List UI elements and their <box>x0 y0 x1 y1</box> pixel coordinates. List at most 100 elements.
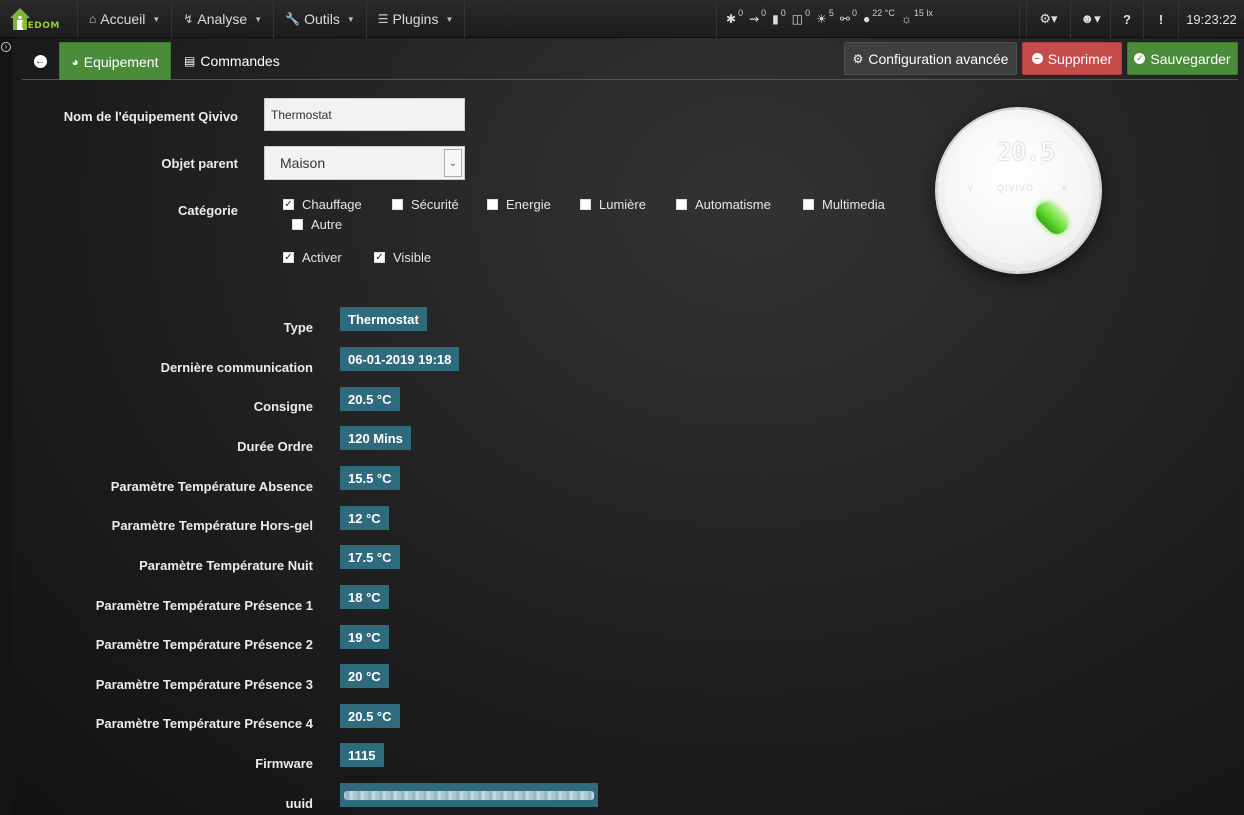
left-panel-strip <box>0 38 12 815</box>
info-type-label: Type <box>283 320 313 335</box>
equipment-name-input[interactable] <box>264 98 465 131</box>
info-temp-hors-gel-label: Paramètre Température Hors-gel <box>111 518 313 533</box>
category-autre-label: Autre <box>311 217 343 232</box>
help-button[interactable]: ? <box>1110 0 1143 38</box>
cogs-icon: ⚙ <box>852 51 864 66</box>
visible-label: Visible <box>393 250 432 265</box>
info-temp-nuit-value: 17.5 °C <box>340 545 400 569</box>
home-icon: ⌂ <box>89 12 97 26</box>
check-circle-icon: ✓ <box>1134 53 1146 64</box>
plug-icon: ⚯ <box>839 12 850 26</box>
thermometer-icon: ● <box>863 12 871 26</box>
advanced-config-button[interactable]: ⚙ Configuration avancée <box>844 42 1017 75</box>
nav-plugins[interactable]: ☰ Plugins ▼ <box>367 0 466 38</box>
nav-outils[interactable]: 🔧 Outils ▼ <box>274 0 367 38</box>
wrench-icon: 🔧 <box>285 12 301 26</box>
thermostat-brand: QIVIVO <box>997 183 1035 193</box>
info-last-communication-value: 06-01-2019 19:18 <box>340 347 460 371</box>
category-chauffage-checkbox[interactable]: ✓ Chauffage <box>283 197 362 212</box>
category-automatisme-label: Automatisme <box>695 197 771 212</box>
checkbox-icon <box>803 199 814 210</box>
nav-outils-label: Outils <box>304 11 340 27</box>
minus-circle-icon: – <box>1031 53 1043 64</box>
nav-analyse[interactable]: ↯ Analyse ▼ <box>172 0 275 38</box>
navbar-right: ⚙▾ ☻▾ ? ! 19:23:22 <box>1026 0 1244 38</box>
tab-equipement-label: Equipement <box>83 53 159 70</box>
checkbox-checked-icon: ✓ <box>283 199 294 210</box>
checkbox-icon <box>580 199 591 210</box>
light-icon: ✱ <box>726 12 737 26</box>
panel-toggle-icon[interactable]: › <box>1 42 11 52</box>
info-last-communication-label: Dernière communication <box>160 360 313 375</box>
tab-commandes[interactable]: ▤ Commandes <box>180 42 284 80</box>
info-consigne-label: Consigne <box>253 399 313 414</box>
chevron-down-icon: ⌄ <box>444 149 462 177</box>
info-firmware-value: 1115 <box>340 743 384 767</box>
caret-down-icon: ▼ <box>445 14 454 24</box>
caret-down-icon: ▼ <box>346 14 355 24</box>
bulb-icon: ☀ <box>816 12 827 26</box>
nav-plugins-label: Plugins <box>392 11 439 27</box>
global-summary[interactable]: ✱ 0 ⇝ 0 ▮ 0 ◫ 0 ☀ 5 ⚯ 0 ● 22 °C ☼ 15 lx <box>716 0 1020 38</box>
question-icon: ? <box>1123 11 1131 27</box>
checkbox-checked-icon: ✓ <box>374 252 385 263</box>
exclamation-icon: ! <box>1158 11 1164 27</box>
checkbox-icon <box>487 199 498 210</box>
delete-label: Supprimer <box>1047 50 1113 67</box>
checkbox-checked-icon: ✓ <box>283 252 294 263</box>
category-energie-checkbox[interactable]: Energie <box>487 197 551 212</box>
activer-checkbox[interactable]: ✓ Activer <box>283 250 342 265</box>
summary-bulb[interactable]: ☀ 5 <box>816 8 834 26</box>
summary-window[interactable]: ◫ 0 <box>791 8 810 26</box>
user-icon: ☻▾ <box>1080 11 1101 26</box>
category-multimedia-checkbox[interactable]: Multimedia <box>803 197 885 212</box>
summary-window-value: 0 <box>805 8 811 18</box>
settings-menu-button[interactable]: ⚙▾ <box>1026 0 1070 38</box>
summary-motion[interactable]: ⇝ 0 <box>749 8 766 26</box>
info-uuid-label: uuid <box>285 796 313 811</box>
category-securite-checkbox[interactable]: Sécurité <box>392 197 459 212</box>
info-temp-absence-label: Paramètre Température Absence <box>110 479 313 494</box>
info-duree-ordre-label: Durée Ordre <box>237 439 313 454</box>
visible-checkbox[interactable]: ✓ Visible <box>374 250 431 265</box>
info-temp-hors-gel-value: 12 °C <box>340 506 389 530</box>
summary-door-value: 0 <box>780 8 786 18</box>
tab-equipement[interactable]: ◕ Equipement <box>59 42 171 80</box>
info-temp-presence-2-value: 19 °C <box>340 625 389 649</box>
parent-object-value: Maison <box>280 155 326 171</box>
activer-label: Activer <box>302 250 342 265</box>
delete-button[interactable]: – Supprimer <box>1022 42 1122 75</box>
top-navbar: EEDOM ⌂ Accueil ▼ ↯ Analyse ▼ 🔧 Outils ▼… <box>0 0 1244 38</box>
summary-light[interactable]: ✱ 0 <box>726 8 743 26</box>
user-menu-button[interactable]: ☻▾ <box>1070 0 1110 38</box>
summary-door[interactable]: ▮ 0 <box>772 8 786 26</box>
chevron-up-icon: ∧ <box>1061 183 1068 193</box>
info-duree-ordre-value: 120 Mins <box>340 426 411 450</box>
clock: 19:23:22 <box>1178 0 1244 38</box>
category-lumiere-label: Lumière <box>599 197 646 212</box>
sun-icon: ☼ <box>900 12 912 26</box>
parent-object-select[interactable]: Maison ⌄ <box>264 146 465 180</box>
back-button[interactable]: ← <box>22 42 58 80</box>
window-icon: ◫ <box>791 12 804 26</box>
logo-text: EEDOM <box>21 21 60 31</box>
advanced-config-label: Configuration avancée <box>868 50 1009 67</box>
summary-temperature[interactable]: ● 22 °C <box>863 8 895 26</box>
info-temp-presence-3-value: 20 °C <box>340 664 389 688</box>
category-automatisme-checkbox[interactable]: Automatisme <box>676 197 771 212</box>
category-autre-checkbox[interactable]: Autre <box>292 217 342 232</box>
jeedom-logo[interactable]: EEDOM <box>0 0 78 38</box>
door-icon: ▮ <box>772 12 779 26</box>
nav-accueil[interactable]: ⌂ Accueil ▼ <box>78 0 173 38</box>
caret-down-icon: ▼ <box>254 14 263 24</box>
category-lumiere-checkbox[interactable]: Lumière <box>580 197 646 212</box>
info-temp-presence-2-label: Paramètre Température Présence 2 <box>95 637 313 652</box>
parent-object-label: Objet parent <box>161 156 238 171</box>
summary-luminosity[interactable]: ☼ 15 lx <box>900 8 933 26</box>
alerts-button[interactable]: ! <box>1143 0 1178 38</box>
summary-plug[interactable]: ⚯ 0 <box>839 8 857 26</box>
info-temp-presence-1-label: Paramètre Température Présence 1 <box>95 598 313 613</box>
save-button[interactable]: ✓ Sauvegarder <box>1127 42 1238 75</box>
category-chauffage-label: Chauffage <box>302 197 362 212</box>
tachometer-icon: ◕ <box>71 54 79 69</box>
